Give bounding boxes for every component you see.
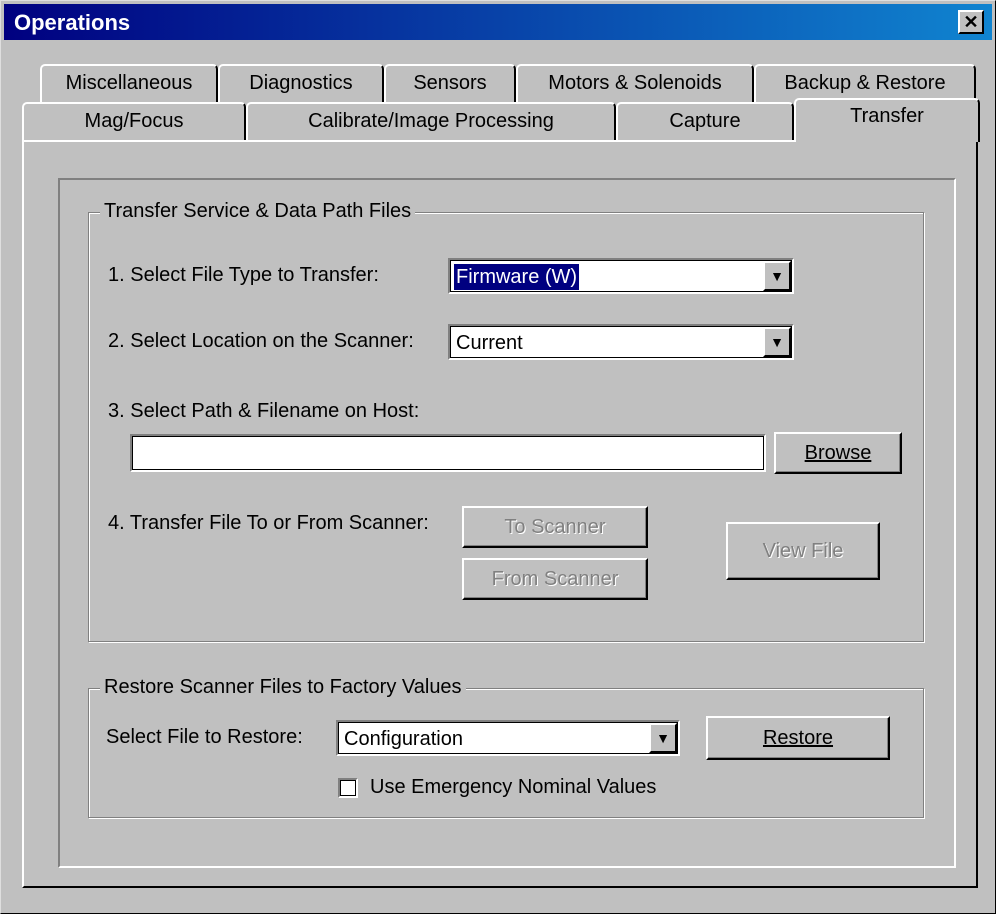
file-type-select[interactable]: Firmware (W) ▼ [448, 258, 794, 294]
dropdown-arrow-icon[interactable]: ▼ [763, 261, 791, 291]
tab-mag-focus[interactable]: Mag/Focus [22, 102, 246, 140]
dropdown-arrow-icon[interactable]: ▼ [649, 723, 677, 753]
tab-miscellaneous[interactable]: Miscellaneous [40, 64, 218, 102]
restore-group-title: Restore Scanner Files to Factory Values [100, 676, 466, 699]
path-label: 3. Select Path & Filename on Host: [108, 400, 420, 422]
browse-label: Browse [804, 442, 872, 464]
location-select[interactable]: Current ▼ [448, 324, 794, 360]
tab-backup-restore[interactable]: Backup & Restore [754, 64, 976, 102]
emergency-values-label: Use Emergency Nominal Values [370, 776, 657, 798]
restore-button[interactable]: Restore [706, 716, 890, 760]
close-icon: ✕ [963, 12, 979, 32]
tab-label: Transfer [850, 105, 924, 127]
close-button[interactable]: ✕ [958, 10, 984, 34]
transfer-direction-label: 4. Transfer File To or From Scanner: [108, 512, 429, 534]
tab-motors-solenoids[interactable]: Motors & Solenoids [516, 64, 754, 102]
tab-label: Diagnostics [249, 72, 353, 94]
dropdown-arrow-icon[interactable]: ▼ [763, 327, 791, 357]
tab-diagnostics[interactable]: Diagnostics [218, 64, 384, 102]
tab-label: Mag/Focus [84, 110, 184, 132]
location-value: Current [456, 332, 523, 354]
tab-label: Sensors [413, 72, 487, 94]
browse-button[interactable]: Browse [774, 432, 902, 474]
view-file-label: View File [762, 540, 844, 562]
file-type-value: Firmware (W) [452, 263, 581, 291]
to-scanner-label: To Scanner [504, 516, 606, 538]
restore-label: Restore [762, 727, 834, 749]
tab-label: Capture [669, 110, 741, 132]
emergency-values-checkbox[interactable] [338, 778, 358, 798]
tab-label: Miscellaneous [65, 72, 193, 94]
location-label: 2. Select Location on the Scanner: [108, 330, 414, 352]
from-scanner-label: From Scanner [491, 568, 619, 590]
restore-file-label: Select File to Restore: [106, 726, 303, 748]
tab-transfer[interactable]: Transfer [794, 98, 980, 142]
to-scanner-button[interactable]: To Scanner [462, 506, 648, 548]
host-path-input[interactable] [130, 434, 766, 472]
title-bar: Operations ✕ [4, 4, 992, 40]
tab-capture[interactable]: Capture [616, 102, 794, 140]
file-type-label: 1. Select File Type to Transfer: [108, 264, 379, 286]
restore-file-value: Configuration [344, 728, 463, 750]
view-file-button[interactable]: View File [726, 522, 880, 580]
window-title: Operations [14, 10, 131, 35]
tab-label: Motors & Solenoids [548, 72, 722, 94]
from-scanner-button[interactable]: From Scanner [462, 558, 648, 600]
transfer-group-title: Transfer Service & Data Path Files [100, 200, 416, 223]
tab-calibrate-image-processing[interactable]: Calibrate/Image Processing [246, 102, 616, 140]
restore-file-select[interactable]: Configuration ▼ [336, 720, 680, 756]
tab-label: Backup & Restore [784, 72, 946, 94]
tab-label: Calibrate/Image Processing [308, 110, 554, 132]
tab-sensors[interactable]: Sensors [384, 64, 516, 102]
